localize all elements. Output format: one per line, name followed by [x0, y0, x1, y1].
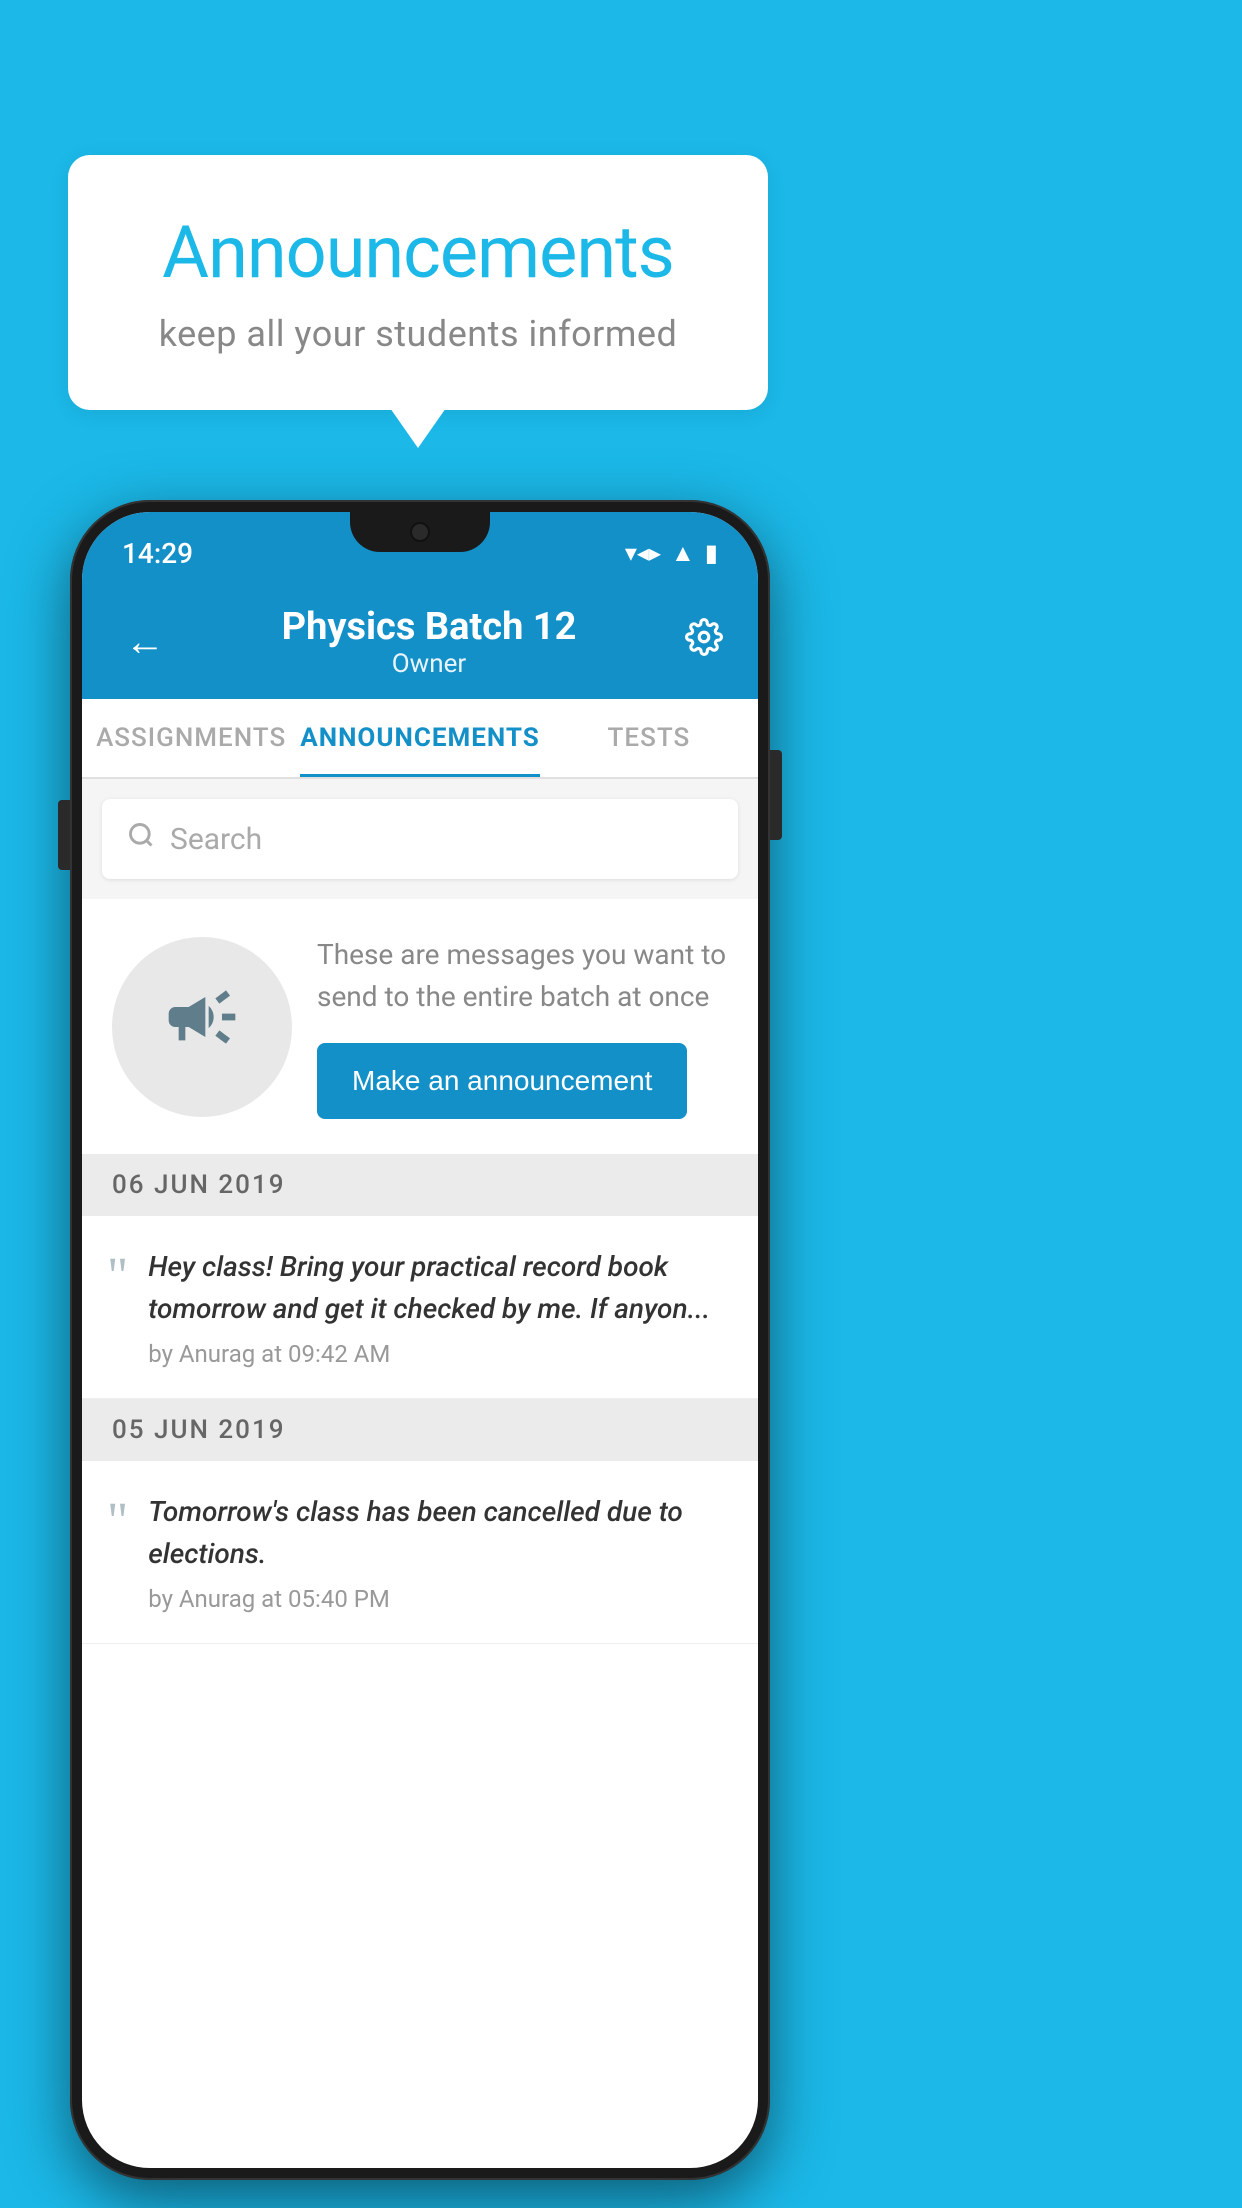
speech-bubble: Announcements keep all your students inf…	[68, 155, 768, 410]
date-label-2: 05 JUN 2019	[112, 1415, 286, 1445]
battery-icon: ▮	[705, 539, 718, 567]
search-icon	[127, 821, 155, 857]
quote-icon-1: "	[107, 1251, 128, 1303]
date-label-1: 06 JUN 2019	[112, 1170, 286, 1200]
back-button[interactable]: ←	[117, 610, 173, 673]
phone-inner: 14:29 ▾◂▸ ▲ ▮ ← Physics Batch 12 Owner	[82, 512, 758, 2168]
announcement-text-1: Hey class! Bring your practical record b…	[148, 1246, 728, 1330]
tab-tests[interactable]: TESTS	[540, 699, 758, 777]
quote-icon-2: "	[107, 1496, 128, 1548]
search-bar[interactable]: Search	[102, 799, 738, 879]
bubble-subtitle: keep all your students informed	[128, 313, 708, 355]
status-time: 14:29	[122, 537, 193, 570]
date-divider-1: 06 JUN 2019	[82, 1154, 758, 1216]
signal-icon: ▲	[671, 539, 695, 568]
header-title: Physics Batch 12	[173, 605, 685, 649]
wifi-icon: ▾◂▸	[625, 539, 661, 567]
status-icons: ▾◂▸ ▲ ▮	[625, 539, 718, 568]
camera-icon	[410, 522, 430, 542]
phone-outer: 14:29 ▾◂▸ ▲ ▮ ← Physics Batch 12 Owner	[70, 500, 770, 2180]
intro-right: These are messages you want to send to t…	[317, 934, 728, 1119]
announcement-content-2: Tomorrow's class has been cancelled due …	[148, 1491, 728, 1613]
announcement-meta-1: by Anurag at 09:42 AM	[148, 1340, 728, 1368]
tab-assignments[interactable]: ASSIGNMENTS	[82, 699, 300, 777]
phone-notch	[350, 512, 490, 552]
make-announcement-button[interactable]: Make an announcement	[317, 1043, 687, 1119]
tab-announcements[interactable]: ANNOUNCEMENTS	[300, 699, 539, 777]
screen-content: Search These are messages you want to se…	[82, 779, 758, 1644]
bubble-title: Announcements	[128, 210, 708, 295]
search-placeholder: Search	[170, 822, 262, 857]
megaphone-icon	[162, 977, 242, 1076]
intro-description: These are messages you want to send to t…	[317, 934, 728, 1018]
phone-mockup: 14:29 ▾◂▸ ▲ ▮ ← Physics Batch 12 Owner	[70, 500, 770, 2180]
announcement-item-2[interactable]: " Tomorrow's class has been cancelled du…	[82, 1461, 758, 1644]
speech-bubble-section: Announcements keep all your students inf…	[68, 155, 768, 410]
announcement-content-1: Hey class! Bring your practical record b…	[148, 1246, 728, 1368]
settings-button[interactable]	[685, 618, 723, 666]
app-header: ← Physics Batch 12 Owner	[82, 584, 758, 699]
header-subtitle: Owner	[173, 649, 685, 679]
announcement-item-1[interactable]: " Hey class! Bring your practical record…	[82, 1216, 758, 1399]
announcement-text-2: Tomorrow's class has been cancelled due …	[148, 1491, 728, 1575]
header-center: Physics Batch 12 Owner	[173, 605, 685, 679]
megaphone-circle	[112, 937, 292, 1117]
announcement-meta-2: by Anurag at 05:40 PM	[148, 1585, 728, 1613]
intro-card: These are messages you want to send to t…	[82, 899, 758, 1154]
date-divider-2: 05 JUN 2019	[82, 1399, 758, 1461]
tabs-container: ASSIGNMENTS ANNOUNCEMENTS TESTS	[82, 699, 758, 779]
